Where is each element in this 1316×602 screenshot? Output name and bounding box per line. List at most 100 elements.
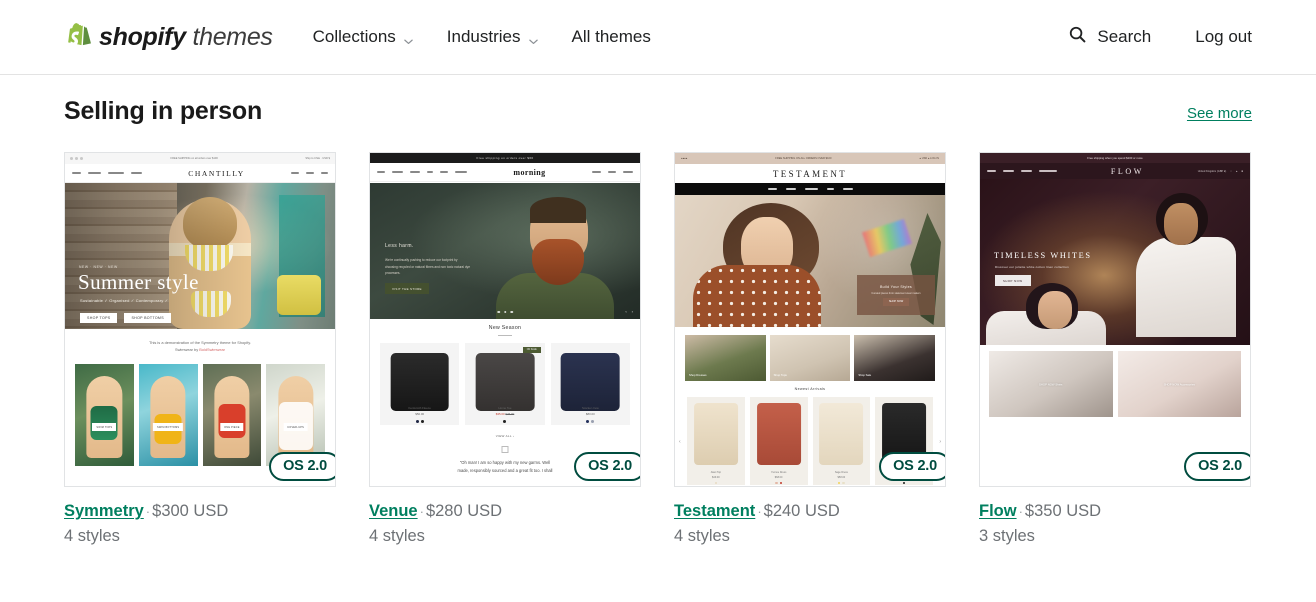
preview-hero: NEW · NEW · NEW Summer style Sustainable…: [65, 183, 335, 329]
browser-dots-icon: [70, 157, 83, 160]
status-badge-os2: OS 2.0: [879, 451, 945, 481]
nav-item-all-themes[interactable]: All themes: [572, 27, 651, 47]
product-compare-price: $45.00: [505, 412, 515, 417]
product-card: Stocker crew $80.00: [550, 343, 630, 425]
product-card: Yvonne Dress $68.00: [749, 397, 808, 485]
theme-name-link[interactable]: Testament: [674, 502, 755, 520]
theme-meta: Flow · $350 USD 3 styles: [979, 487, 1251, 546]
product-card: ON SALE Home Tee $35.00 $45.00: [465, 343, 545, 425]
theme-name-link[interactable]: Symmetry: [64, 502, 144, 520]
preview-category-tiles: SWIM TOPS SWIM BOTTOMS ONE PIECE COVER-U…: [75, 364, 325, 466]
cart-icon: ■: [1241, 169, 1243, 173]
category-tile: SHOP NOW Shirts: [989, 351, 1113, 417]
divider: [498, 335, 512, 336]
search-label: Search: [1097, 27, 1152, 46]
theme-price: $350 USD: [1024, 502, 1102, 520]
preview-store-logo: morning: [513, 167, 546, 177]
theme-preview-testament[interactable]: ●●●● FREE SHIPPING ON ALL ORDERS OVER $1…: [674, 152, 946, 487]
tile-label: ONE PIECE: [220, 423, 244, 432]
theme-styles-count: 4 styles: [369, 527, 425, 546]
promo-title: Build Your Styles: [879, 284, 913, 289]
search-icon: [1068, 25, 1087, 49]
nav-label-collections: Collections: [312, 27, 396, 46]
promo-subtitle: Curated pieces from statement wear maker…: [871, 291, 921, 295]
hero-scrim: [65, 183, 335, 329]
preview-locale: United Kingdom (GBP £): [1197, 169, 1227, 173]
category-tile: COVER-UPS: [266, 364, 325, 466]
theme-price: $240 USD: [763, 502, 840, 520]
blurb-credit-link: BoldSwimwear: [199, 347, 225, 353]
carousel-prev-icon: ‹: [679, 439, 681, 445]
account-icon: ●: [1235, 169, 1238, 173]
preview-nav-links: [72, 171, 142, 175]
hero-headline: Summer style: [78, 270, 199, 294]
nav-item-collections[interactable]: Collections: [313, 27, 413, 47]
category-tile: ONE PIECE: [202, 364, 262, 466]
hero-model-a-robe: [1136, 237, 1236, 337]
preview-hero: Build Your Styles Curated pieces from st…: [675, 195, 945, 327]
product-meta: Stocker crew $80.00: [551, 406, 630, 423]
brand-name-bold: shopify: [99, 22, 186, 51]
preview-store-nav: CHANTILLY: [65, 164, 335, 183]
hero-promo-card: Build Your Styles Curated pieces from st…: [857, 275, 935, 315]
hero-prism-flare: [862, 218, 912, 258]
hero-button-shop-tops: SHOP TOPS: [80, 313, 118, 323]
preview-account-links: [591, 170, 633, 174]
page-title: Selling in person: [64, 97, 263, 125]
preview-store-nav: FLOW United Kingdom (GBP £) ○ ● ■: [980, 163, 1250, 179]
theme-title-row: Venue · $280 USD: [369, 500, 641, 522]
separator: ·: [145, 504, 151, 519]
product-price: $50.00: [415, 412, 425, 417]
category-tile: Shop Tops: [769, 335, 851, 381]
theme-preview-symmetry[interactable]: FREE SHIPPING on all orders over $100 Sh…: [64, 152, 336, 487]
hero-model-hair: [530, 197, 586, 223]
preview-section-title: New Season: [488, 325, 522, 331]
search-button[interactable]: Search: [1068, 25, 1151, 49]
theme-preview-venue[interactable]: Free shipping on orders over $60 morning: [369, 152, 641, 487]
hero-subhead: Sustainable ✓ Organised ✓ Contemporary ✓: [80, 298, 169, 303]
tile-row: SHOP NOW Shirts SHOP NOW Accessories: [989, 351, 1241, 417]
tile-label: COVER-UPS: [283, 423, 308, 432]
promo-button: SHOP NOW: [882, 297, 910, 306]
preview-account-links: [291, 171, 328, 175]
nav-item-industries[interactable]: Industries: [447, 27, 538, 47]
see-more-link[interactable]: See more: [1187, 105, 1252, 126]
category-tile: Shop Sale: [854, 335, 935, 381]
carousel-dots-icon: [497, 310, 513, 313]
hero-eyebrow: NEW · NEW · NEW: [79, 265, 118, 269]
preview-nav-links: [377, 170, 467, 174]
hero-model-a-face: [1164, 203, 1198, 245]
shopify-bag-icon: [64, 22, 91, 53]
hero-buttons: SHOP TOPS SHOP BOTTOMS: [80, 313, 171, 323]
theme-name-link[interactable]: Flow: [979, 502, 1017, 520]
theme-preview-flow[interactable]: Free shipping when you spend $200 or mor…: [979, 152, 1251, 487]
product-meta: Home Tee $35.00 $45.00: [465, 406, 544, 423]
status-badge-os2: OS 2.0: [1184, 451, 1250, 481]
theme-grid: FREE SHIPPING on all orders over $100 Sh…: [64, 152, 1252, 546]
theme-name-link[interactable]: Venue: [369, 502, 418, 520]
category-tile: Shop Dresses: [685, 335, 766, 381]
tile-label: Shop Dresses: [689, 373, 707, 377]
preview-announcement: FREE SHIPPING on all orders over $100: [170, 157, 218, 160]
preview-browser-bar: FREE SHIPPING on all orders over $100 Sh…: [65, 153, 335, 164]
preview-announcement: FREE SHIPPING ON ALL ORDERS OVER $100: [775, 157, 832, 160]
hero-model-b-face: [1038, 291, 1072, 329]
preview-locale: Ship to Chile · USD $: [305, 157, 330, 160]
tile-label: SHOP NOW Accessories: [1163, 382, 1195, 387]
chevron-down-icon: [528, 32, 538, 45]
quote-icon: [501, 446, 509, 453]
preview-category-tiles: Shop Dresses Shop Tops Shop Sale: [685, 335, 935, 381]
tile-label: SHOP NOW Shirts: [1039, 382, 1063, 387]
brand-wordmark: shopify themes: [99, 23, 273, 52]
preview-store-logo: CHANTILLY: [188, 168, 245, 178]
shopify-themes-logo[interactable]: shopify themes: [64, 22, 273, 53]
logout-button[interactable]: Log out: [1195, 27, 1252, 47]
product-price: $68.00: [774, 475, 783, 479]
site-header: shopify themes Collections Industries Al…: [0, 0, 1316, 75]
product-swatches: [750, 481, 808, 484]
search-icon: ○: [1230, 169, 1232, 173]
chevron-down-icon: [403, 32, 413, 45]
tile-label: SWIM TOPS: [92, 423, 117, 432]
preview-nav-links: [987, 170, 1057, 172]
nav-label-all-themes: All themes: [571, 27, 651, 46]
